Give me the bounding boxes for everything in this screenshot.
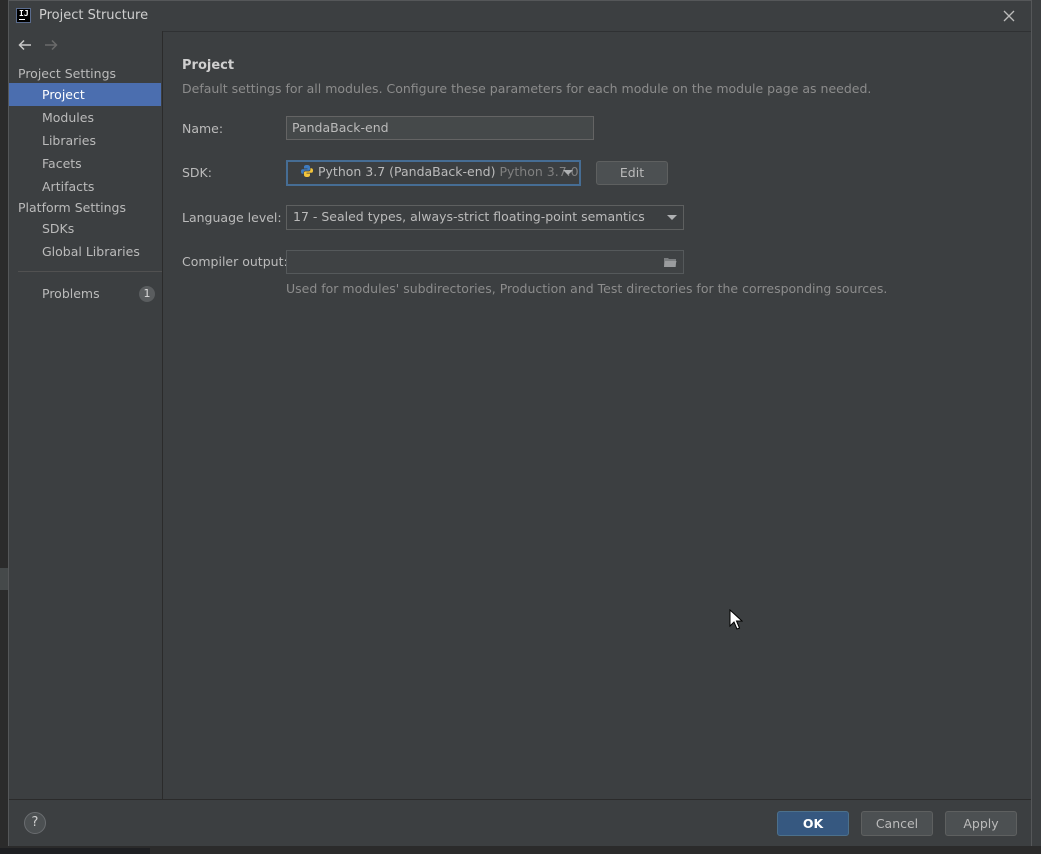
compiler-output-field[interactable]: [286, 250, 684, 274]
cancel-button[interactable]: Cancel: [861, 811, 933, 836]
folder-icon[interactable]: [663, 256, 677, 268]
apply-button[interactable]: Apply: [945, 811, 1017, 836]
background-window-edge: [0, 0, 8, 854]
intellij-logo-icon: IJ: [16, 8, 31, 23]
chevron-down-icon: [667, 215, 677, 220]
forward-arrow-icon[interactable]: [43, 37, 59, 53]
sdk-select[interactable]: Python 3.7 (PandaBack-end) Python 3.7.0: [286, 160, 581, 186]
project-settings-panel: Project Default settings for all modules…: [162, 31, 1031, 799]
language-level-select[interactable]: 17 - Sealed types, always-strict floatin…: [286, 205, 684, 230]
problems-label: Problems: [42, 286, 100, 301]
python-icon: [301, 165, 313, 177]
dialog-footer: ? OK Cancel Apply: [9, 799, 1031, 846]
sidebar-item-artifacts[interactable]: Artifacts: [9, 175, 161, 198]
chevron-down-icon: [563, 170, 573, 175]
sidebar-item-modules[interactable]: Modules: [9, 106, 161, 129]
project-settings-header: Project Settings: [18, 66, 117, 81]
mouse-cursor-icon: [729, 609, 743, 630]
platform-settings-header: Platform Settings: [18, 200, 126, 215]
ok-button[interactable]: OK: [777, 811, 849, 836]
sidebar-divider: [18, 271, 162, 272]
page-description: Default settings for all modules. Config…: [182, 81, 872, 96]
name-label: Name:: [182, 121, 224, 136]
sdk-value: Python 3.7 (PandaBack-end): [318, 164, 496, 179]
sidebar-item-problems[interactable]: Problems 1: [9, 282, 161, 305]
window-title: Project Structure: [39, 8, 149, 23]
compiler-output-hint: Used for modules' subdirectories, Produc…: [286, 281, 888, 296]
help-button[interactable]: ?: [24, 812, 46, 834]
sidebar-item-libraries[interactable]: Libraries: [9, 129, 161, 152]
title-bar: IJ Project Structure: [9, 1, 1031, 32]
sidebar-item-facets[interactable]: Facets: [9, 152, 161, 175]
problems-count-badge: 1: [139, 286, 155, 302]
sidebar-item-project[interactable]: Project: [9, 83, 161, 106]
background-window-mark: [0, 568, 8, 590]
background-window-edge-bottom: [0, 846, 1041, 854]
background-window-mark-bottom: [0, 848, 150, 854]
close-icon[interactable]: [1001, 8, 1017, 24]
project-structure-dialog: IJ Project Structure Project Settings Pr…: [8, 0, 1032, 846]
compiler-output-label: Compiler output:: [182, 254, 288, 269]
back-arrow-icon[interactable]: [17, 37, 33, 53]
sidebar-item-sdks[interactable]: SDKs: [9, 217, 161, 240]
sidebar-item-global-libraries[interactable]: Global Libraries: [9, 240, 161, 263]
sdk-edit-button[interactable]: Edit: [596, 161, 668, 185]
language-level-label: Language level:: [182, 210, 282, 225]
language-level-value: 17 - Sealed types, always-strict floatin…: [293, 209, 645, 224]
page-title: Project: [182, 58, 235, 73]
project-name-field[interactable]: PandaBack-end: [286, 116, 594, 140]
sdk-label: SDK:: [182, 165, 212, 180]
sidebar: Project Settings Project Modules Librari…: [9, 31, 163, 799]
